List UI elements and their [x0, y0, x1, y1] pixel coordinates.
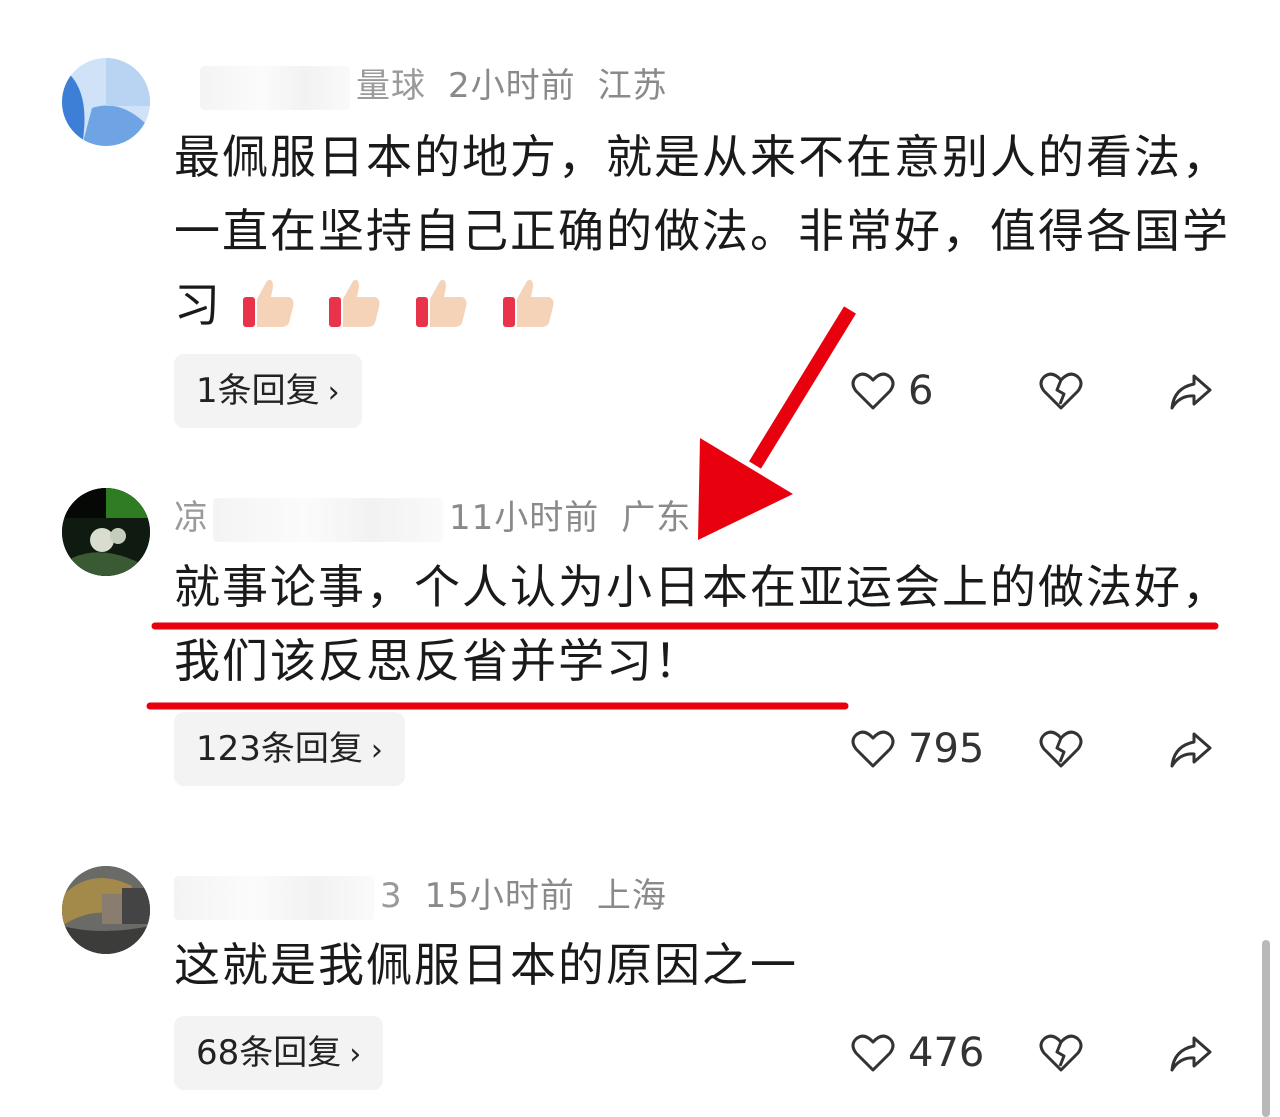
avatar[interactable] [62, 866, 150, 954]
username-blurred[interactable] [174, 875, 374, 920]
comment-text-content: 这就是我佩服日本的原因之一 [174, 938, 798, 992]
view-replies-button[interactable]: 123条回复 › [174, 712, 405, 786]
share-button[interactable] [1168, 726, 1214, 776]
avatar[interactable] [62, 58, 150, 146]
username-blurred[interactable] [213, 497, 443, 542]
thumbs-up-icon [329, 279, 380, 327]
avatar-image [62, 866, 150, 954]
broken-heart-icon [1039, 730, 1083, 768]
comment-actions: 476 [850, 1016, 1230, 1090]
timestamp: 2小时前 [448, 66, 576, 106]
share-arrow-icon [1170, 1036, 1212, 1072]
share-button[interactable] [1168, 1030, 1214, 1080]
avatar-image [62, 58, 150, 146]
view-replies-button[interactable]: 68条回复 › [174, 1016, 384, 1090]
share-arrow-icon [1170, 374, 1212, 410]
like-count: 6 [908, 368, 934, 414]
comment-meta: 量球 2小时前 江苏 [200, 58, 668, 110]
broken-heart-icon [1039, 1034, 1083, 1072]
like-button[interactable]: 795 [850, 712, 984, 786]
chevron-right-icon: › [349, 1037, 362, 1072]
comment-text: 这就是我佩服日本的原因之一 [174, 928, 1234, 1002]
heart-icon [851, 730, 895, 768]
location: 上海 [596, 876, 667, 916]
broken-heart-icon [1039, 372, 1083, 410]
like-count: 795 [908, 726, 985, 772]
thumbs-up-icon [242, 279, 294, 327]
comment-actions: 795 [850, 712, 1230, 786]
share-button[interactable] [1168, 368, 1214, 418]
heart-icon [851, 1034, 895, 1072]
avatar-image [62, 488, 150, 576]
username[interactable]: 量球 [356, 66, 426, 106]
thumbs-up-icon [502, 279, 553, 327]
comment-text: 就事论事，个人认为小日本在亚运会上的做法好，我们该反思反省并学习！ [174, 550, 1234, 698]
comment-actions: 6 [850, 354, 1230, 428]
like-button[interactable]: 6 [850, 354, 933, 428]
chevron-right-icon: › [370, 733, 383, 768]
username-blurred[interactable] [200, 65, 350, 110]
red-arrow-annotation [698, 306, 856, 540]
avatar[interactable] [62, 488, 150, 576]
location: 广东 [621, 498, 692, 538]
scrollbar[interactable] [1262, 940, 1270, 1117]
like-button[interactable]: 476 [850, 1016, 984, 1090]
dislike-button[interactable] [1038, 368, 1084, 418]
heart-icon [851, 372, 895, 410]
comment-text: 最佩服日本的地方，就是从来不在意别人的看法，一直在坚持自己正确的做法。非常好，值… [174, 120, 1234, 342]
comment-meta: 3 15小时前 上海 [174, 868, 667, 920]
replies-label: 1条回复 [196, 371, 320, 411]
dislike-button[interactable] [1038, 726, 1084, 776]
comment-meta: 凉 11小时前 广东 [174, 490, 691, 542]
username[interactable]: 3 [380, 876, 403, 916]
thumbs-up-icon [415, 279, 467, 327]
location: 江苏 [597, 66, 668, 106]
replies-label: 123条回复 [196, 729, 363, 769]
like-count: 476 [908, 1030, 985, 1076]
share-arrow-icon [1170, 732, 1212, 768]
username[interactable]: 凉 [174, 498, 209, 538]
replies-label: 68条回复 [196, 1033, 342, 1073]
comment-text-content: 就事论事，个人认为小日本在亚运会上的做法好，我们该反思反省并学习！ [174, 560, 1230, 688]
timestamp: 11小时前 [449, 498, 600, 538]
timestamp: 15小时前 [424, 876, 575, 916]
chevron-right-icon: › [327, 375, 340, 410]
emoji-group [222, 278, 569, 332]
dislike-button[interactable] [1038, 1030, 1084, 1080]
view-replies-button[interactable]: 1条回复 › [174, 354, 362, 428]
